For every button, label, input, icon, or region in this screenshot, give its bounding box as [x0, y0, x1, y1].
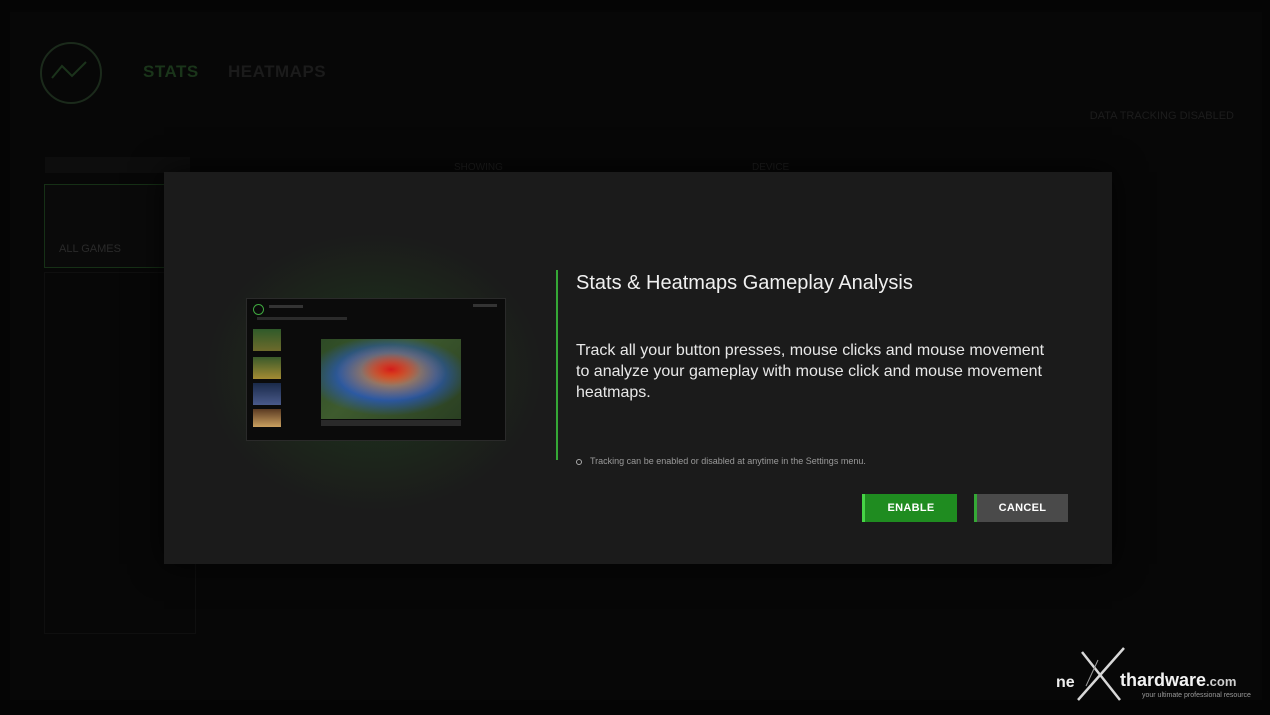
games-header [45, 157, 190, 173]
dialog-title: Stats & Heatmaps Gameplay Analysis [576, 272, 913, 294]
dialog-note: Tracking can be enabled or disabled at a… [576, 456, 866, 466]
stats-logo-icon [40, 42, 102, 104]
heatmap-preview-image [246, 298, 506, 441]
x-logo-icon [1077, 647, 1125, 701]
tab-stats[interactable]: STATS [143, 62, 199, 82]
dialog-description: Track all your button presses, mouse cli… [576, 342, 1045, 401]
watermark-logo: ne thardware.com your ultimate professio… [1050, 640, 1270, 702]
watermark-brand: thardware.com [1120, 670, 1237, 690]
watermark-ne: ne [1056, 674, 1075, 691]
preview-logo-icon [253, 304, 264, 315]
all-games-label: ALL GAMES [59, 243, 121, 255]
watermark-tagline: your ultimate professional resource [1142, 692, 1251, 699]
dialog-note-text: Tracking can be enabled or disabled at a… [590, 456, 866, 466]
heatmap-image [321, 339, 461, 419]
tracking-status: DATA TRACKING DISABLED [1089, 110, 1234, 122]
tracking-dialog: Stats & Heatmaps Gameplay Analysis Track… [164, 172, 1112, 564]
cancel-button[interactable]: CANCEL [974, 494, 1068, 522]
bullet-icon [576, 458, 582, 465]
accent-divider [556, 270, 558, 460]
enable-button[interactable]: ENABLE [862, 494, 957, 522]
tab-heatmaps[interactable]: HEATMAPS [228, 62, 326, 82]
